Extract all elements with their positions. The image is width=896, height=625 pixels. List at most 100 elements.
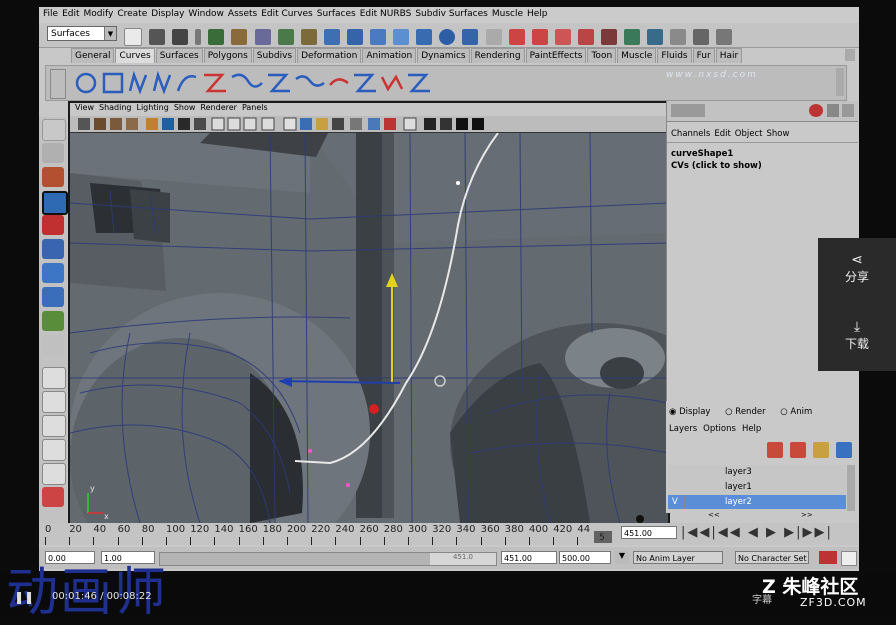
shelf-tab[interactable]: Muscle bbox=[617, 48, 657, 63]
last-tool-icon[interactable] bbox=[42, 335, 64, 355]
menu-item[interactable]: Subdiv Surfaces bbox=[415, 9, 488, 19]
open-scene-icon[interactable] bbox=[149, 28, 166, 45]
snap-grid-icon[interactable] bbox=[323, 28, 340, 45]
panel-menu-item[interactable]: Shading bbox=[99, 103, 132, 112]
channel-menu-item[interactable]: Show bbox=[766, 129, 789, 139]
download-button[interactable]: ⤓ 下载 bbox=[818, 305, 896, 371]
object-name[interactable]: curveShape1 bbox=[671, 149, 733, 159]
layer-row[interactable]: layer1 bbox=[668, 480, 846, 494]
display-radio[interactable]: ◉ Display bbox=[669, 407, 710, 417]
panel-menu-item[interactable]: Lighting bbox=[136, 103, 168, 112]
menu-item[interactable]: Create bbox=[117, 9, 147, 19]
layer-scrollbar[interactable] bbox=[847, 465, 855, 511]
panel-menu-item[interactable]: Show bbox=[174, 103, 196, 112]
prefs-icon[interactable] bbox=[841, 551, 857, 566]
hypershade-layout-icon[interactable] bbox=[42, 487, 64, 507]
current-frame-field[interactable]: 451.00 bbox=[621, 526, 677, 539]
slash-icon[interactable] bbox=[842, 104, 854, 117]
move-layer-up-icon[interactable] bbox=[813, 441, 830, 458]
shelf-tab[interactable]: Fur bbox=[692, 48, 715, 63]
make-live-icon[interactable] bbox=[416, 28, 433, 45]
shelf-tab[interactable]: General bbox=[71, 48, 115, 63]
playback-controls[interactable]: |◀◀|◀◀ ◀ ▶ ▶|▶▶| bbox=[681, 525, 833, 540]
rotate-tool-icon[interactable] bbox=[42, 215, 64, 235]
auto-key-icon[interactable] bbox=[819, 551, 837, 564]
lock-icon[interactable] bbox=[485, 28, 502, 45]
shelf-tab[interactable]: Rendering bbox=[470, 48, 525, 63]
shelf-tab[interactable]: Deformation bbox=[297, 48, 362, 63]
hypershade-icon[interactable] bbox=[577, 28, 594, 45]
channel-box-toggle-icon[interactable] bbox=[716, 28, 733, 45]
layer-scroll-left[interactable]: << bbox=[708, 511, 720, 519]
render-radio[interactable]: ○ Render bbox=[725, 407, 765, 417]
panel-menu-item[interactable]: Panels bbox=[242, 103, 268, 112]
viewport-3d[interactable]: y x bbox=[70, 132, 668, 523]
menu-item[interactable]: Display bbox=[151, 9, 184, 19]
layer-row[interactable]: layer3 bbox=[668, 465, 846, 479]
attribute-editor-icon[interactable] bbox=[670, 28, 687, 45]
panel-toolbar-icons[interactable] bbox=[70, 116, 490, 132]
range-handle[interactable]: 451.0 bbox=[430, 553, 496, 565]
channel-menu-item[interactable]: Edit bbox=[714, 129, 730, 139]
shelf-tab[interactable]: Fluids bbox=[657, 48, 692, 63]
history-icon[interactable] bbox=[439, 28, 456, 45]
render-icon[interactable] bbox=[508, 28, 525, 45]
curve-tool-icons[interactable] bbox=[72, 69, 432, 97]
new-layer-icon[interactable] bbox=[767, 441, 783, 458]
menu-item[interactable]: Help bbox=[527, 9, 548, 19]
shelf-tab[interactable]: Surfaces bbox=[155, 48, 203, 63]
anim-layer-dropdown[interactable]: No Anim Layer bbox=[633, 551, 723, 564]
share-button[interactable]: ⋖ 分享 bbox=[818, 238, 896, 304]
single-view-icon[interactable] bbox=[42, 367, 66, 389]
shelf-scroll[interactable] bbox=[836, 68, 844, 96]
render-settings-icon[interactable] bbox=[554, 28, 571, 45]
playback-end-field[interactable]: 451.00 bbox=[501, 551, 557, 564]
shelf-tab[interactable]: Polygons bbox=[203, 48, 252, 63]
layer-menu-item[interactable]: Options bbox=[703, 424, 736, 434]
time-slider[interactable]: 0 20 40 60 80 100 120 140 160 180 200 220 240 260 280 3… bbox=[39, 523, 859, 545]
universal-tool-icon[interactable] bbox=[42, 263, 64, 283]
shelf-tab[interactable]: Animation bbox=[362, 48, 417, 63]
pause-icon[interactable]: ❚❚ bbox=[14, 590, 34, 604]
panel-menu-item[interactable]: Renderer bbox=[200, 103, 237, 112]
layout-toggle-icon[interactable] bbox=[671, 104, 705, 117]
end-time-field[interactable]: 500.00 bbox=[559, 551, 611, 564]
move-tool-icon[interactable] bbox=[42, 191, 68, 215]
tool-settings-icon[interactable] bbox=[693, 28, 710, 45]
anim-radio[interactable]: ○ Anim bbox=[780, 407, 812, 417]
soft-mod-icon[interactable] bbox=[42, 287, 64, 307]
menu-item[interactable]: Modify bbox=[84, 9, 114, 19]
menu-item[interactable]: Edit Curves bbox=[261, 9, 313, 19]
shelf-tab[interactable]: Dynamics bbox=[417, 48, 470, 63]
input-icon[interactable] bbox=[624, 28, 641, 45]
new-scene-icon[interactable] bbox=[124, 27, 142, 46]
mask2-icon[interactable] bbox=[300, 28, 317, 45]
lasso-tool-icon[interactable] bbox=[42, 143, 64, 163]
magnet-icon[interactable] bbox=[600, 28, 617, 45]
layer-menu-item[interactable]: Layers bbox=[669, 424, 697, 434]
move-layer-down-icon[interactable] bbox=[836, 441, 853, 458]
layer-menu-item[interactable]: Help bbox=[742, 424, 761, 434]
menu-item[interactable]: Surfaces bbox=[317, 9, 356, 19]
shelf-menu-icon[interactable] bbox=[50, 69, 66, 99]
select-tool-icon[interactable] bbox=[42, 119, 66, 141]
show-manip-icon[interactable] bbox=[42, 311, 64, 331]
menu-item[interactable]: Edit NURBS bbox=[360, 9, 412, 19]
snap-curve-icon[interactable] bbox=[346, 28, 363, 45]
panel-menu-item[interactable]: View bbox=[75, 103, 94, 112]
shelf-tab[interactable]: Hair bbox=[715, 48, 743, 63]
pin-icon[interactable] bbox=[827, 104, 839, 117]
character-set-dropdown[interactable]: No Character Set bbox=[735, 551, 809, 564]
select-hierarchy-icon[interactable] bbox=[208, 28, 225, 45]
range-bar[interactable]: 451.0 bbox=[159, 552, 497, 566]
persp-outliner-icon[interactable] bbox=[42, 463, 66, 485]
shelf-trash-icon[interactable] bbox=[845, 49, 855, 61]
save-scene-icon[interactable] bbox=[172, 28, 189, 45]
shelf-tab[interactable]: Curves bbox=[115, 48, 155, 63]
channel-menu-item[interactable]: Object bbox=[735, 129, 763, 139]
cvs-label[interactable]: CVs (click to show) bbox=[671, 161, 762, 171]
persp-graph-icon[interactable] bbox=[42, 439, 66, 461]
two-view-icon[interactable] bbox=[42, 415, 66, 437]
snap-point-icon[interactable] bbox=[370, 28, 387, 45]
menu-item[interactable]: File bbox=[43, 9, 58, 19]
